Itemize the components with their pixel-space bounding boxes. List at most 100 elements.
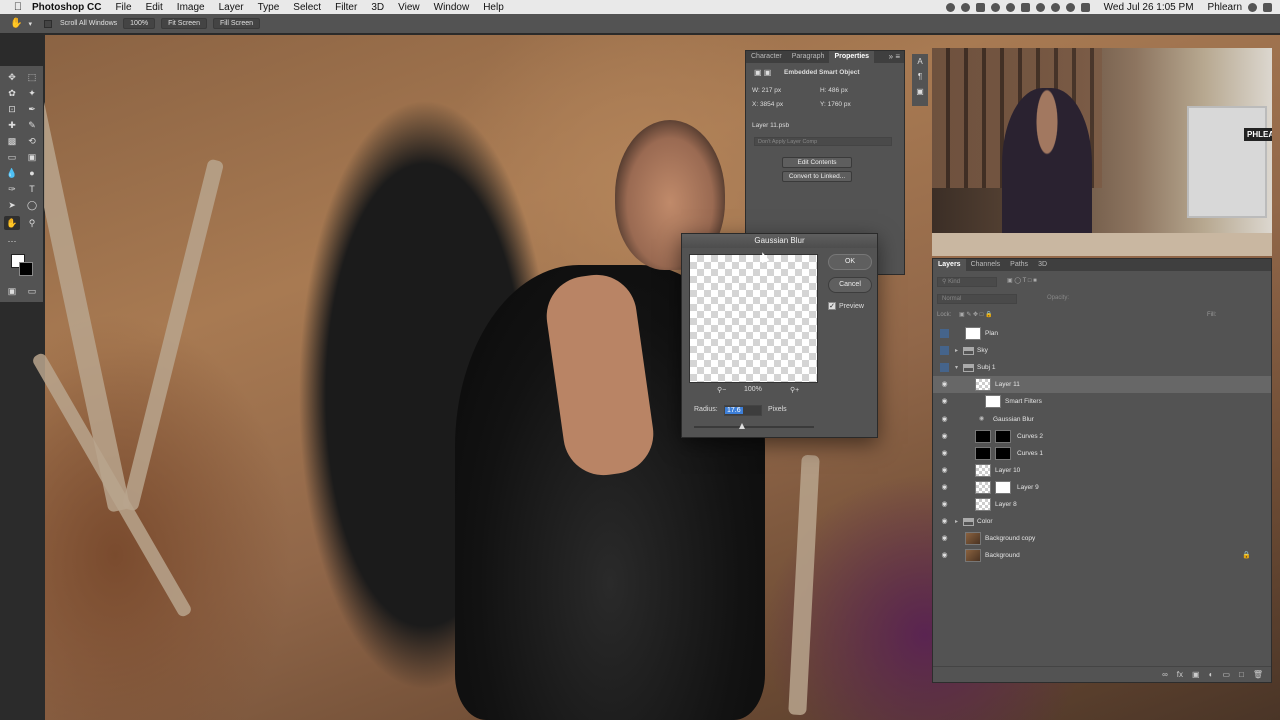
menu-window[interactable]: Window [434,2,470,13]
preview-checkbox[interactable]: ✓ [828,302,836,310]
layer-row[interactable]: Plan [933,325,1271,342]
layer-row[interactable]: ◉ Background copy [933,530,1271,547]
visibility-eye-icon[interactable] [940,329,949,338]
dropbox-icon[interactable] [975,2,985,12]
visibility-eye-icon[interactable]: ◉ [940,517,949,526]
tab-properties[interactable]: Properties [829,51,875,63]
visibility-eye-icon[interactable] [940,363,949,373]
magic-wand-icon[interactable]: ✦ [24,86,40,100]
layer-row[interactable]: ◉ ▸ Color [933,513,1271,530]
scroll-all-windows-checkbox[interactable] [43,19,52,28]
new-group-icon[interactable]: ▭ [1222,670,1230,679]
path-select-icon[interactable]: ➤ [4,198,20,212]
spotlight-icon[interactable] [1248,2,1257,12]
zoom-in-icon[interactable]: ⚲+ [790,386,799,394]
add-mask-icon[interactable]: ▣ [1192,670,1200,679]
filter-visibility-icon[interactable]: ◉ [979,415,984,422]
visibility-eye-icon[interactable]: ◉ [940,551,949,560]
x-value[interactable]: X: 3854 px [752,101,783,108]
tab-layers[interactable]: Layers [933,259,966,271]
move-icon[interactable]: ✥ [4,70,20,84]
notification-center-icon[interactable] [1263,2,1272,12]
screen-mode-icon[interactable]: ▭ [24,284,40,298]
type-icon[interactable]: T [24,182,40,196]
layer-comp-select[interactable]: Don't Apply Layer Comp [754,137,892,146]
collapse-panel-icon[interactable]: » ≡ [889,52,900,61]
battery-icon[interactable] [1080,2,1090,12]
quick-mask-icon[interactable]: ▣ [4,284,20,298]
visibility-eye-icon[interactable] [940,346,949,356]
layer-row[interactable]: ◉ Layer 9 [933,479,1271,496]
bluetooth-icon[interactable] [1035,2,1045,12]
sync-icon[interactable] [990,2,1000,12]
zoom-100-button[interactable]: 100% [123,18,156,29]
link-layers-icon[interactable]: ∞ [1162,670,1168,679]
shape-icon[interactable]: ◯ [24,198,40,212]
new-layer-icon[interactable]: □ [1239,670,1244,679]
ok-button[interactable]: OK [828,254,872,270]
lasso-icon[interactable]: ✿ [4,86,20,100]
hand-icon[interactable]: ✋ [4,216,20,230]
history-brush-icon[interactable]: ⟲ [24,134,40,148]
delete-layer-icon[interactable]: 🗑 [1253,670,1263,679]
tab-paragraph[interactable]: Paragraph [787,51,830,63]
stamp-icon[interactable]: ▩ [4,134,20,148]
time-machine-icon[interactable] [1005,2,1015,12]
properties-panel-icon[interactable]: ▣ [914,87,926,99]
expand-chevron-icon[interactable]: ▸ [955,518,958,525]
character-panel-icon[interactable]: A [914,57,926,69]
layer-row[interactable]: ▸ Sky [933,342,1271,359]
blur-preview-area[interactable] [689,254,818,383]
cancel-button[interactable]: Cancel [828,277,872,293]
layer-style-icon[interactable]: fx [1177,670,1183,679]
tab-paths[interactable]: Paths [1005,259,1033,271]
zoom-icon[interactable]: ⚲ [24,216,40,230]
layer-row[interactable]: ◉ Layer 11 [933,376,1271,394]
fit-screen-button[interactable]: Fit Screen [161,18,207,29]
layer-row[interactable]: ◉ Background 🔒 [933,547,1271,564]
menu-filter[interactable]: Filter [335,2,357,13]
tab-character[interactable]: Character [746,51,787,63]
layer-row[interactable]: ◉ ◉ Gaussian Blur [933,411,1271,428]
visibility-eye-icon[interactable]: ◉ [940,483,949,492]
layer-mask-thumbnail[interactable] [995,480,1011,494]
convert-to-linked-button[interactable]: Convert to Linked... [782,171,852,182]
edit-contents-button[interactable]: Edit Contents [782,157,852,168]
volume-icon[interactable] [1065,2,1075,12]
expand-chevron-icon[interactable]: ▾ [955,364,958,371]
layer-row[interactable]: ◉ Curves 1 [933,445,1271,462]
visibility-eye-icon[interactable]: ◉ [940,415,949,424]
y-value[interactable]: Y: 1760 px [820,101,851,108]
menubar-clock[interactable]: Wed Jul 26 1:05 PM [1104,2,1194,13]
menu-file[interactable]: File [115,2,131,13]
crop-icon[interactable]: ⊡ [4,102,20,116]
menu-type[interactable]: Type [258,2,280,13]
background-color-swatch[interactable] [19,262,33,276]
visibility-eye-icon[interactable]: ◉ [940,432,949,441]
blur-icon[interactable]: 💧 [4,166,20,180]
menu-help[interactable]: Help [483,2,504,13]
layer-kind-filter[interactable]: ⚲ Kind [937,277,997,287]
visibility-eye-icon[interactable]: ◉ [940,500,949,509]
dodge-icon[interactable]: ● [24,166,40,180]
menu-view[interactable]: View [398,2,420,13]
healing-icon[interactable]: ✚ [4,118,20,132]
fill-screen-button[interactable]: Fill Screen [212,18,261,29]
radius-slider-track[interactable] [694,426,814,428]
layer-row[interactable]: ▾ Subj 1 [933,359,1271,376]
visibility-eye-icon[interactable]: ◉ [940,449,949,458]
menu-select[interactable]: Select [293,2,321,13]
eraser-icon[interactable]: ▭ [4,150,20,164]
menubar-user[interactable]: Phlearn [1208,2,1242,13]
radius-slider-handle[interactable] [739,423,745,429]
hand-tool-icon[interactable]: ✋ [10,18,22,29]
zoom-out-icon[interactable]: ⚲− [717,386,726,394]
tool-preset-chevron-icon[interactable]: ▾ [28,20,32,28]
menu-image[interactable]: Image [177,2,205,13]
visibility-eye-icon[interactable]: ◉ [940,534,949,543]
marquee-icon[interactable]: ⬚ [24,70,40,84]
pen-icon[interactable]: ✑ [4,182,20,196]
visibility-eye-icon[interactable]: ◉ [940,380,949,389]
adjustment-layer-icon[interactable]: ◐ [1209,670,1214,679]
layer-mask-thumbnail[interactable] [995,446,1011,460]
